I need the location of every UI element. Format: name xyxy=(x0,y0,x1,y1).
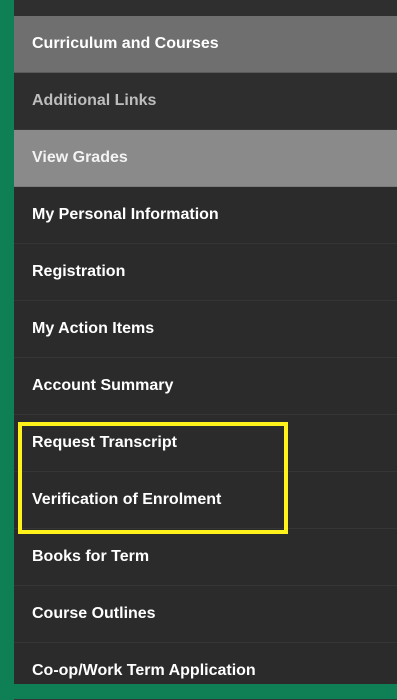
menu-item-label: Registration xyxy=(32,263,126,280)
menu-top-strip xyxy=(14,0,397,16)
menu-item-view-grades[interactable]: View Grades xyxy=(14,130,397,187)
menu-item-registration[interactable]: Registration xyxy=(14,244,397,301)
menu-item-label: Verification of Enrolment xyxy=(32,491,222,508)
menu-item-label: Curriculum and Courses xyxy=(32,35,219,52)
menu-item-curriculum-and-courses[interactable]: Curriculum and Courses xyxy=(14,16,397,73)
menu-item-books-for-term[interactable]: Books for Term xyxy=(14,529,397,586)
menu-item-label: My Personal Information xyxy=(32,206,219,223)
menu-item-label: Additional Links xyxy=(32,92,157,109)
menu-item-label: Books for Term xyxy=(32,548,150,565)
menu-item-label: Request Transcript xyxy=(32,434,177,451)
menu-item-request-transcript[interactable]: Request Transcript xyxy=(14,415,397,472)
menu-item-label: Course Outlines xyxy=(32,605,156,622)
menu-item-additional-links[interactable]: Additional Links xyxy=(14,73,397,130)
menu-item-label: View Grades xyxy=(32,149,128,166)
side-navigation-menu: Curriculum and Courses Additional Links … xyxy=(14,0,397,700)
menu-item-account-summary[interactable]: Account Summary xyxy=(14,358,397,415)
menu-item-co-op-work-term-application[interactable]: Co-op/Work Term Application xyxy=(14,643,397,700)
menu-item-label: Co-op/Work Term Application xyxy=(32,662,256,679)
menu-item-my-personal-information[interactable]: My Personal Information xyxy=(14,187,397,244)
menu-item-verification-of-enrolment[interactable]: Verification of Enrolment xyxy=(14,472,397,529)
menu-item-label: Account Summary xyxy=(32,377,174,394)
menu-item-label: My Action Items xyxy=(32,320,155,337)
menu-item-course-outlines[interactable]: Course Outlines xyxy=(14,586,397,643)
menu-item-my-action-items[interactable]: My Action Items xyxy=(14,301,397,358)
